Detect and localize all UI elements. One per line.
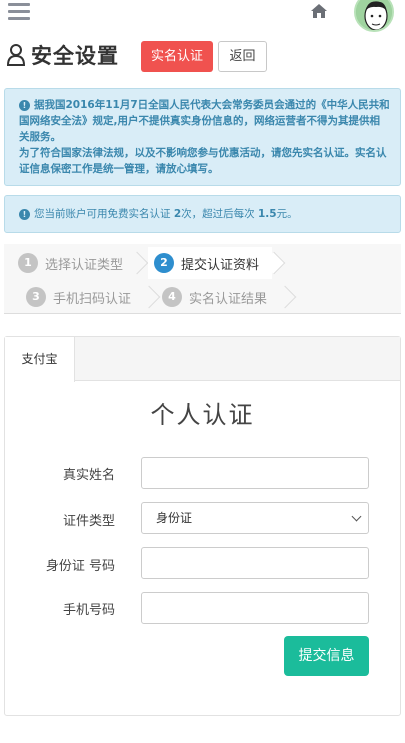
law-notice-line1: ! 据我国2016年11月7日全国人民代表大会常务委员会通过的《中华人民共和国网络… [19, 99, 390, 143]
submit-info-button[interactable]: 提交信息 [284, 636, 369, 676]
user-avatar[interactable] [354, 0, 394, 32]
step-separator-icon [125, 251, 149, 275]
title-row: 安全设置 实名认证 返回 [0, 38, 405, 78]
real-name-verify-button[interactable]: 实名认证 [141, 41, 213, 72]
quota-prefix: 您当前账户可用免费实名认证 [34, 208, 171, 220]
hamburger-menu-icon[interactable] [8, 3, 30, 21]
step-2-active: 2 提交认证资料 [148, 247, 272, 279]
chevron-down-icon [351, 511, 362, 522]
tab-bar: 支付宝 [5, 337, 400, 382]
quota-price: 1.5 [258, 208, 277, 220]
step-label: 选择认证类型 [45, 257, 124, 273]
step-3: 3 手机扫码认证 [26, 281, 131, 313]
step-label: 提交认证资料 [181, 257, 260, 273]
form-title: 个人认证 [150, 401, 255, 429]
verification-form-card: 支付宝 个人认证 真实姓名 证件类型 身份证 身份证 号码 手机号码 提交信息 [4, 336, 401, 716]
step-label: 手机扫码认证 [53, 291, 132, 307]
page-title: 安全设置 [31, 44, 119, 68]
step-number: 2 [154, 253, 174, 273]
step-4: 4 实名认证结果 [162, 281, 267, 313]
step-separator-icon [137, 285, 161, 309]
user-outline-icon [6, 44, 26, 66]
phone-label: 手机号码 [62, 603, 115, 618]
step-label: 实名认证结果 [189, 291, 268, 307]
step-number: 4 [162, 287, 182, 307]
id-number-input[interactable] [141, 547, 369, 579]
quota-middle: 次，超过后每次 [181, 208, 255, 220]
verification-steps: 1 选择认证类型 2 提交认证资料 3 手机扫码认证 4 实名认证结果 [4, 244, 401, 314]
step-number: 1 [18, 253, 38, 273]
quota-notice-alert: ! 您当前账户可用免费实名认证 2次，超过后每次 1.5元。 [4, 195, 401, 233]
info-icon: ! [19, 209, 30, 220]
step-number: 3 [26, 287, 46, 307]
step-separator-icon [273, 285, 297, 309]
id-type-select[interactable]: 身份证 [141, 502, 369, 534]
law-notice-line2: 为了符合国家法律法规，以及不影响您参与优惠活动，请您先实名认证。实名认证信息保密… [19, 147, 387, 175]
quota-suffix: 元。 [276, 208, 298, 220]
id-number-label: 身份证 号码 [45, 559, 115, 574]
real-name-label: 真实姓名 [62, 468, 115, 483]
home-icon[interactable] [309, 2, 329, 20]
back-button[interactable]: 返回 [218, 41, 267, 72]
step-1: 1 选择认证类型 [18, 247, 123, 279]
top-bar [0, 0, 405, 38]
id-type-selected-value: 身份证 [156, 511, 193, 525]
id-type-label: 证件类型 [62, 514, 115, 529]
law-notice-alert: ! 据我国2016年11月7日全国人民代表大会常务委员会通过的《中华人民共和国网络… [4, 88, 401, 186]
tab-alipay[interactable]: 支付宝 [5, 337, 75, 382]
info-icon: ! [19, 100, 30, 111]
real-name-input[interactable] [141, 457, 369, 489]
phone-input[interactable] [141, 592, 369, 624]
